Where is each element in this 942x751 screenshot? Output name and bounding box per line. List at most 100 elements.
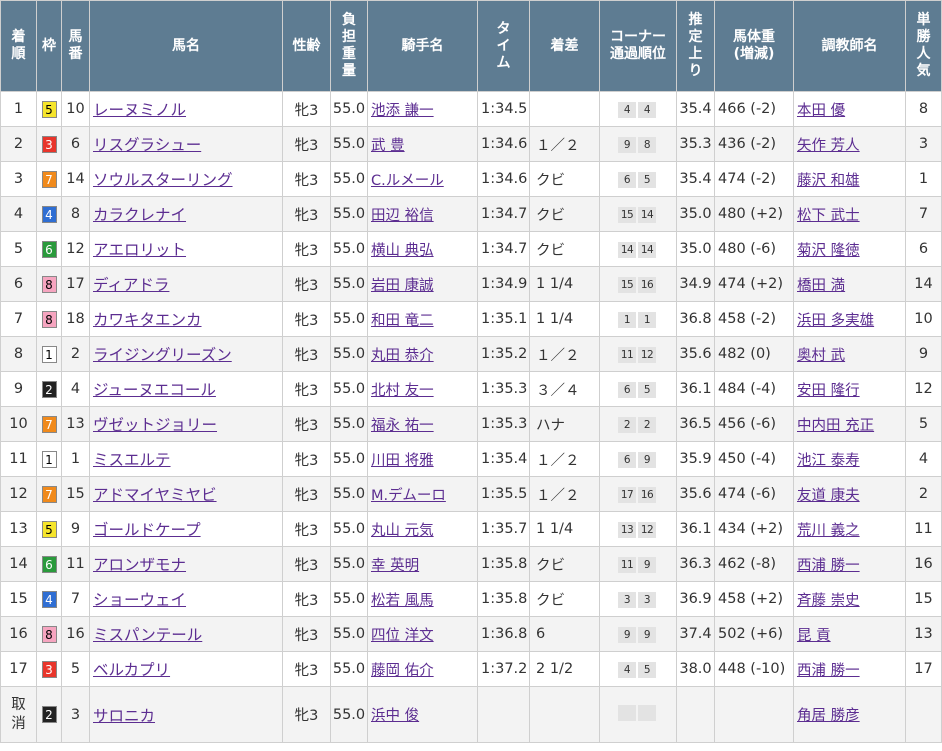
- jockey-link[interactable]: C.ルメール: [371, 173, 444, 189]
- trainer-link[interactable]: 昆 貢: [797, 628, 831, 644]
- trainer-link[interactable]: 友道 康夫: [797, 488, 860, 504]
- jockey-link[interactable]: 幸 英明: [371, 558, 419, 574]
- horse-name-link[interactable]: ソウルスターリング: [93, 171, 233, 189]
- horse-name-link[interactable]: カワキタエンカ: [93, 311, 202, 329]
- trainer-link[interactable]: 荒川 義之: [797, 523, 860, 539]
- trainer-link[interactable]: 橋田 満: [797, 278, 845, 294]
- horse-name-link[interactable]: ジューヌエコール: [93, 381, 216, 399]
- table-header-row: 着順 枠 馬番 馬名 性齢 負担重量 騎手名 タイム 着差 コーナー 通過順位 推…: [0, 0, 942, 92]
- trainer-link[interactable]: 中内田 充正: [797, 418, 874, 434]
- horse-name-link[interactable]: ライジングリーズン: [93, 346, 232, 364]
- horse-name-link[interactable]: サロニカ: [93, 707, 155, 725]
- corner-cell: 33: [599, 581, 677, 617]
- jockey-link[interactable]: 丸田 恭介: [371, 348, 434, 364]
- header-sex-age[interactable]: 性齢: [282, 0, 331, 92]
- trainer-link[interactable]: 角居 勝彦: [797, 708, 860, 724]
- trainer-link[interactable]: 斉藤 崇史: [797, 593, 860, 609]
- header-weight[interactable]: 負担重量: [330, 0, 368, 92]
- horse-name-cell: アドマイヤミヤビ: [89, 476, 283, 512]
- time-cell: 1:35.3: [477, 406, 530, 442]
- horse-name-link[interactable]: リスグラシュー: [93, 136, 201, 154]
- corner-position: 12: [638, 346, 656, 363]
- horse-name-link[interactable]: アエロリット: [93, 241, 186, 259]
- umaban-cell: 16: [61, 616, 90, 652]
- trainer-link[interactable]: 矢作 芳人: [797, 138, 860, 154]
- jockey-cell: 福永 祐一: [367, 406, 478, 442]
- corner-position: 15: [618, 206, 636, 223]
- trainer-link[interactable]: 浜田 多実雄: [797, 313, 874, 329]
- horse-name-link[interactable]: ショーウェイ: [93, 591, 186, 609]
- horse-name-link[interactable]: ゴールドケープ: [93, 521, 201, 539]
- header-last3f[interactable]: 推定上り: [676, 0, 715, 92]
- jockey-cell: 藤岡 佑介: [367, 651, 478, 687]
- header-time[interactable]: タイム: [477, 0, 530, 92]
- header-jockey[interactable]: 騎手名: [367, 0, 478, 92]
- horse-name-link[interactable]: ディアドラ: [93, 276, 169, 294]
- jockey-link[interactable]: 北村 友一: [371, 383, 434, 399]
- sex-age-cell: 牝3: [282, 616, 331, 652]
- margin-cell: クビ: [529, 581, 600, 617]
- trainer-link[interactable]: 菊沢 隆徳: [797, 243, 860, 259]
- horse-name-link[interactable]: ベルカプリ: [93, 661, 170, 679]
- trainer-link[interactable]: 安田 隆行: [797, 383, 860, 399]
- waku-cell: 6: [36, 231, 62, 267]
- header-horse-name[interactable]: 馬名: [89, 0, 283, 92]
- umaban-cell: 9: [61, 511, 90, 547]
- header-rank[interactable]: 着順: [0, 0, 37, 92]
- jockey-link[interactable]: 福永 祐一: [371, 418, 434, 434]
- trainer-link[interactable]: 西浦 勝一: [797, 663, 860, 679]
- horse-name-link[interactable]: ヴゼットジョリー: [93, 416, 217, 434]
- table-row: 5 6 12 アエロリット 牝3 55.0 横山 典弘 1:34.7 クビ 14…: [0, 231, 942, 267]
- time-cell: 1:35.5: [477, 476, 530, 512]
- waku-cell: 1: [36, 441, 62, 477]
- weight-cell: 55.0: [330, 91, 368, 127]
- corner-position: 5: [638, 381, 656, 398]
- jockey-link[interactable]: 浜中 俊: [371, 708, 419, 724]
- trainer-link[interactable]: 西浦 勝一: [797, 558, 860, 574]
- trainer-link[interactable]: 本田 優: [797, 103, 845, 119]
- corner-position: 2: [638, 416, 656, 433]
- jockey-link[interactable]: 藤岡 佑介: [371, 663, 434, 679]
- jockey-link[interactable]: 和田 竜二: [371, 313, 434, 329]
- jockey-link[interactable]: 横山 典弘: [371, 243, 434, 259]
- trainer-link[interactable]: 藤沢 和雄: [797, 173, 860, 189]
- horse-name-link[interactable]: レーヌミノル: [93, 101, 186, 119]
- race-results-table: 着順 枠 馬番 馬名 性齢 負担重量 騎手名 タイム 着差 コーナー 通過順位 推…: [0, 0, 942, 743]
- last3f-cell: 36.8: [676, 301, 715, 337]
- jockey-link[interactable]: 田辺 裕信: [371, 208, 434, 224]
- time-cell: 1:34.7: [477, 231, 530, 267]
- trainer-link[interactable]: 奥村 武: [797, 348, 845, 364]
- waku-cell: 8: [36, 301, 62, 337]
- header-trainer[interactable]: 調教師名: [793, 0, 906, 92]
- trainer-link[interactable]: 池江 泰寿: [797, 453, 860, 469]
- weight-cell: 55.0: [330, 651, 368, 687]
- jockey-link[interactable]: 四位 洋文: [371, 628, 434, 644]
- jockey-link[interactable]: 岩田 康誠: [371, 278, 434, 294]
- corner-cell: 65: [599, 161, 677, 197]
- last3f-cell: 35.4: [676, 91, 715, 127]
- horse-name-cell: アロンザモナ: [89, 546, 283, 582]
- horse-name-link[interactable]: ミスエルテ: [93, 451, 171, 469]
- horse-name-link[interactable]: アドマイヤミヤビ: [93, 486, 217, 504]
- jockey-link[interactable]: M.デムーロ: [371, 488, 446, 504]
- trainer-link[interactable]: 松下 武士: [797, 208, 860, 224]
- jockey-link[interactable]: 川田 将雅: [371, 453, 434, 469]
- waku-badge: 8: [41, 275, 57, 293]
- horse-name-link[interactable]: ミスパンテール: [93, 626, 202, 644]
- header-popularity[interactable]: 単勝人気: [905, 0, 942, 92]
- horse-name-link[interactable]: カラクレナイ: [93, 206, 186, 224]
- jockey-link[interactable]: 松若 風馬: [371, 593, 434, 609]
- header-umaban[interactable]: 馬番: [61, 0, 90, 92]
- time-cell: 1:34.7: [477, 196, 530, 232]
- waku-cell: 6: [36, 546, 62, 582]
- umaban-cell: 18: [61, 301, 90, 337]
- header-waku[interactable]: 枠: [36, 0, 62, 92]
- rank-cell: 16: [0, 616, 37, 652]
- jockey-link[interactable]: 武 豊: [371, 138, 405, 154]
- weight-cell: 55.0: [330, 581, 368, 617]
- horse-name-link[interactable]: アロンザモナ: [93, 556, 186, 574]
- jockey-link[interactable]: 丸山 元気: [371, 523, 434, 539]
- jockey-link[interactable]: 池添 謙一: [371, 103, 434, 119]
- waku-cell: 3: [36, 126, 62, 162]
- jockey-cell: 丸山 元気: [367, 511, 478, 547]
